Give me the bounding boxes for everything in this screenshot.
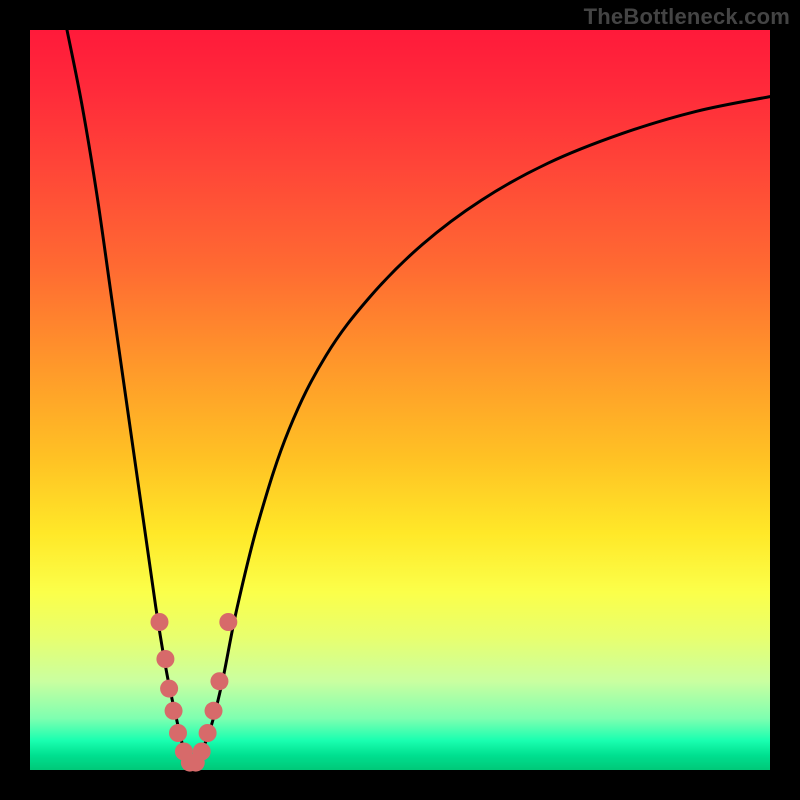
trough-marker [156, 650, 174, 668]
curve-right [193, 97, 770, 770]
trough-marker [219, 613, 237, 631]
trough-markers [151, 613, 238, 772]
trough-marker [210, 672, 228, 690]
trough-marker [151, 613, 169, 631]
watermark-text: TheBottleneck.com [584, 4, 790, 30]
trough-marker [160, 680, 178, 698]
plot-area [30, 30, 770, 770]
trough-marker [199, 724, 217, 742]
trough-marker [165, 702, 183, 720]
trough-marker [193, 743, 211, 761]
chart-frame: TheBottleneck.com [0, 0, 800, 800]
curve-layer [30, 30, 770, 770]
trough-marker [205, 702, 223, 720]
trough-marker [169, 724, 187, 742]
